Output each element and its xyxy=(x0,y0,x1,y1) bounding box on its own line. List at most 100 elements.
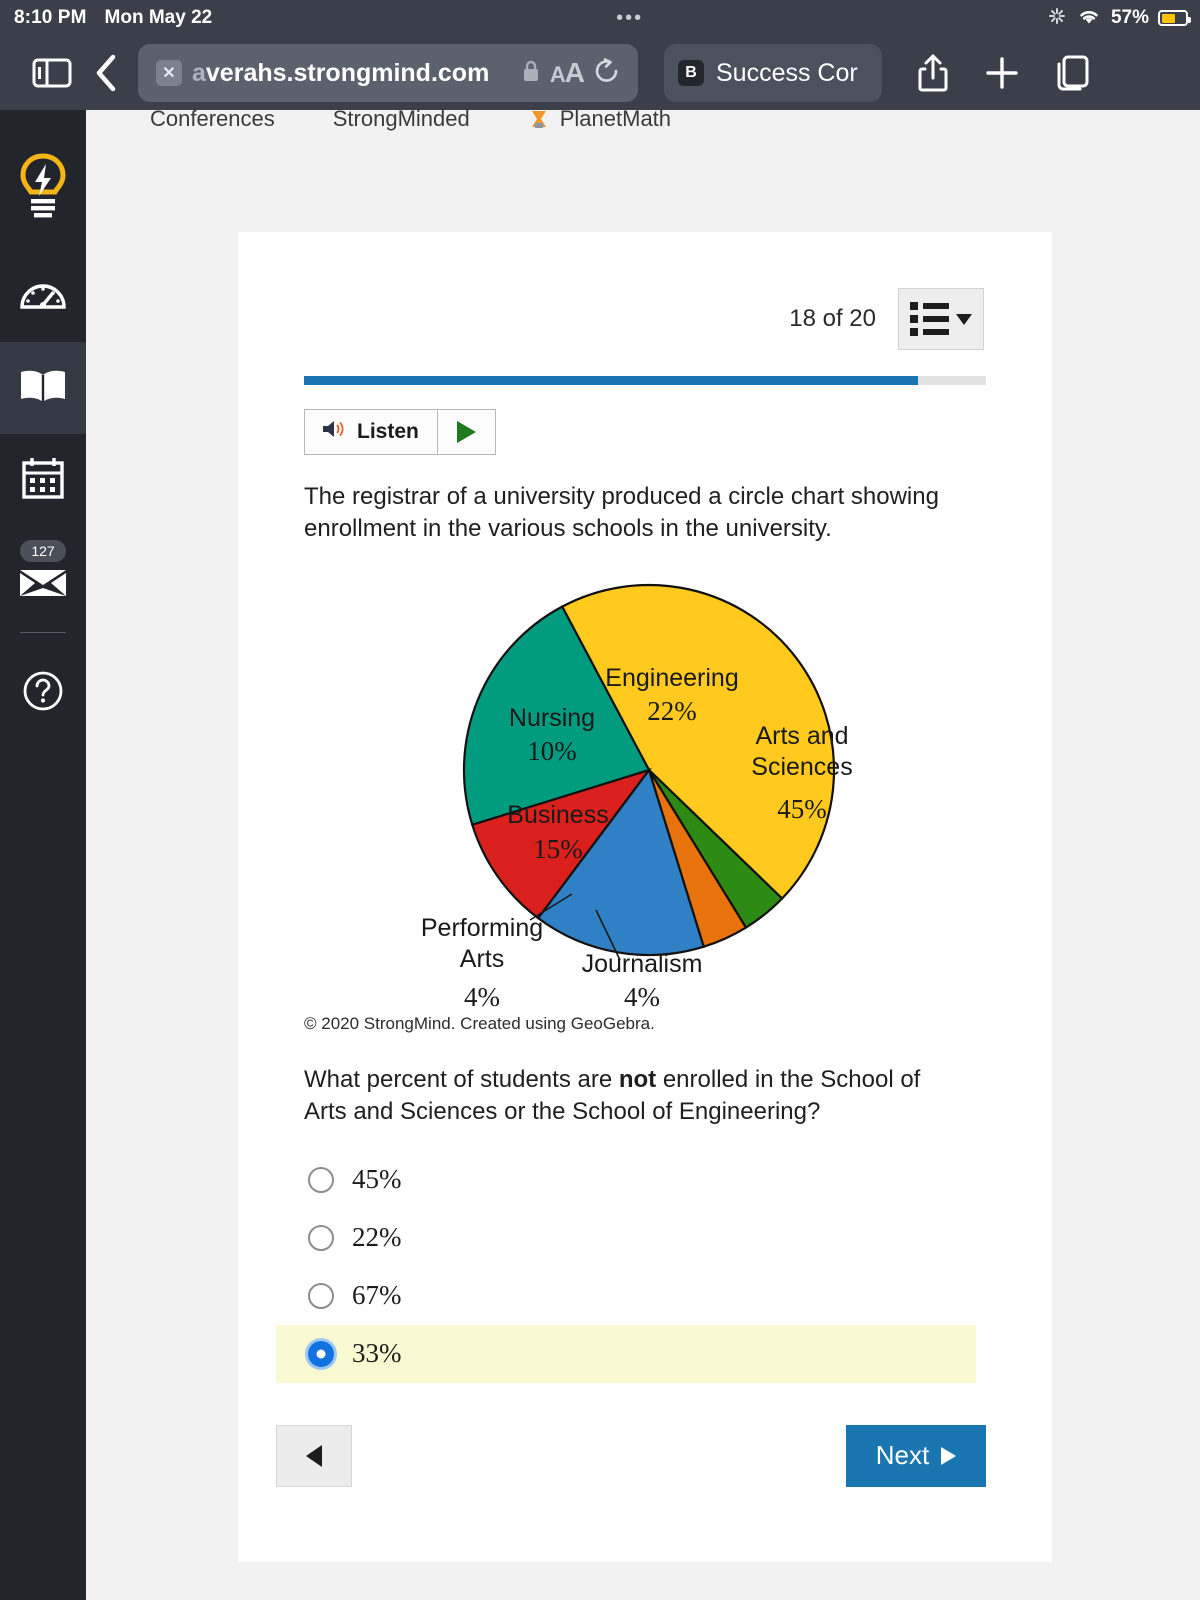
close-tab-icon[interactable]: ✕ xyxy=(156,60,182,86)
pie-label-text: 22% xyxy=(647,696,697,726)
activity-spinner-icon xyxy=(1047,6,1067,31)
lesson-card: 18 of 20 Listen The registrar of a unive… xyxy=(238,232,1052,1562)
speaker-icon xyxy=(321,418,347,446)
app-left-rail: 127 xyxy=(0,110,124,1600)
rail-item-inbox[interactable]: 127 xyxy=(0,526,86,618)
navigation-row: Next xyxy=(276,1424,986,1487)
listen-control-group: Listen xyxy=(304,409,496,455)
multitask-dots-icon[interactable]: ••• xyxy=(616,8,643,28)
browser-tab-success[interactable]: B Success Cor xyxy=(664,44,882,102)
pie-label-text: Sciences xyxy=(751,753,852,781)
battery-icon xyxy=(1158,10,1191,26)
status-bar-left: 8:10 PM Mon May 22 xyxy=(0,7,212,29)
pie-label-text: Business xyxy=(507,801,608,829)
open-book-icon xyxy=(16,366,70,411)
pie-label-text: 4% xyxy=(464,982,500,1008)
question-list-menu-button[interactable] xyxy=(898,288,984,350)
safari-toolbar: ✕ averahs.strongmind.com AA B Success Co… xyxy=(0,36,1200,110)
progress-bar xyxy=(304,376,986,385)
choice-row-selected[interactable]: 33% xyxy=(276,1324,976,1383)
rail-item-calendar[interactable] xyxy=(0,434,86,526)
battery-percent: 57% xyxy=(1110,7,1149,28)
bookmark-label: StrongMinded xyxy=(332,110,470,131)
pie-label-text: 4% xyxy=(624,982,660,1008)
address-bar[interactable]: ✕ averahs.strongmind.com AA xyxy=(138,44,638,102)
choice-label: 67% xyxy=(352,1280,402,1311)
progress-count: 18 of 20 xyxy=(789,305,876,332)
pie-label-text: 10% xyxy=(527,736,577,766)
pie-label-text: Engineering xyxy=(605,664,738,692)
url-host: verahs.strongmind.com xyxy=(205,58,490,87)
next-button[interactable]: Next xyxy=(846,1424,986,1487)
planetmath-favicon-icon xyxy=(528,110,550,130)
left-triangle-icon xyxy=(306,1444,322,1467)
pie-label-text: Performing xyxy=(421,914,543,942)
bookmark-conferences[interactable]: Conferences xyxy=(150,110,275,132)
pie-label-text: Journalism xyxy=(582,950,703,978)
pie-label-text: 45% xyxy=(777,794,827,824)
url-prefix: a xyxy=(192,58,206,87)
question-part1: What percent of students are xyxy=(304,1065,619,1093)
choice-label: 33% xyxy=(352,1338,402,1369)
bookmark-label: Conferences xyxy=(150,110,275,131)
reload-icon[interactable] xyxy=(594,57,620,90)
page-viewport: Conferences StrongMinded PlanetMath 18 o… xyxy=(86,110,1200,1600)
status-bar-right: 57% xyxy=(1047,6,1200,31)
lock-icon xyxy=(522,59,540,88)
plus-icon[interactable] xyxy=(984,55,1020,91)
choice-row[interactable]: 22% xyxy=(276,1209,976,1267)
tabs-overview-icon[interactable] xyxy=(1054,53,1092,93)
chevron-down-icon xyxy=(956,313,972,325)
bookmark-label: PlanetMath xyxy=(559,110,672,131)
status-time: 8:10 PM xyxy=(14,7,87,28)
lightbulb-icon xyxy=(17,152,69,229)
text-size-icon[interactable]: AA xyxy=(550,57,585,89)
rail-item-lightbulb[interactable] xyxy=(0,110,86,250)
radio-button-selected[interactable] xyxy=(308,1340,334,1367)
list-menu-icon xyxy=(910,302,949,336)
address-bar-url: averahs.strongmind.com xyxy=(192,59,512,88)
answer-choices: 45% 22% 67% 33% xyxy=(276,1151,986,1383)
calendar-icon xyxy=(20,456,66,505)
bookmark-planetmath[interactable]: PlanetMath xyxy=(528,110,671,132)
pie-chart-figure: Arts and Sciences 45% Journalism 4% Performin… xyxy=(304,558,986,1012)
pie-label-text: 15% xyxy=(533,834,583,864)
back-chevron-icon[interactable] xyxy=(82,53,132,93)
status-date: Mon May 22 xyxy=(104,7,213,28)
ipad-status-bar: 8:10 PM Mon May 22 ••• 57% xyxy=(0,0,1200,36)
listen-button[interactable]: Listen xyxy=(305,410,437,454)
share-icon[interactable] xyxy=(916,52,950,94)
inbox-badge: 127 xyxy=(20,540,66,562)
toolbar-actions xyxy=(916,52,1092,94)
play-button[interactable] xyxy=(436,410,495,454)
question-emphasis: not xyxy=(618,1065,657,1093)
figure-credit: © 2020 StrongMind. Created using GeoGebr… xyxy=(304,1013,655,1033)
sidebar-toggle-icon[interactable] xyxy=(22,57,82,89)
listen-label: Listen xyxy=(357,420,419,443)
choice-label: 22% xyxy=(352,1222,402,1253)
rail-divider xyxy=(20,632,66,633)
rail-item-dashboard[interactable] xyxy=(0,250,86,342)
pie-label-text: Arts xyxy=(460,945,504,973)
radio-button[interactable] xyxy=(308,1282,334,1309)
speedometer-icon xyxy=(18,274,68,319)
bookmark-strongminded[interactable]: StrongMinded xyxy=(333,110,470,132)
progress-bar-fill xyxy=(304,376,918,385)
radio-button[interactable] xyxy=(308,1224,334,1251)
question-text: What percent of students are not enrolle… xyxy=(304,1064,964,1129)
mail-icon xyxy=(18,568,68,603)
radio-button[interactable] xyxy=(308,1166,334,1193)
bookmark-bar: Conferences StrongMinded PlanetMath xyxy=(86,110,1200,136)
status-bar-center: ••• xyxy=(212,8,1047,28)
choice-row[interactable]: 67% xyxy=(276,1267,976,1325)
choice-row[interactable]: 45% xyxy=(276,1151,976,1209)
rail-item-help[interactable] xyxy=(0,647,86,739)
lesson-prompt: The registrar of a university produced a… xyxy=(304,483,939,543)
pie-label-text: Arts and xyxy=(755,722,848,750)
right-triangle-icon xyxy=(941,1446,957,1465)
wifi-icon xyxy=(1076,6,1102,31)
previous-button[interactable] xyxy=(276,1424,352,1487)
pie-label-text: Nursing xyxy=(509,704,595,732)
next-label: Next xyxy=(875,1440,930,1471)
rail-item-courses[interactable] xyxy=(0,342,86,434)
